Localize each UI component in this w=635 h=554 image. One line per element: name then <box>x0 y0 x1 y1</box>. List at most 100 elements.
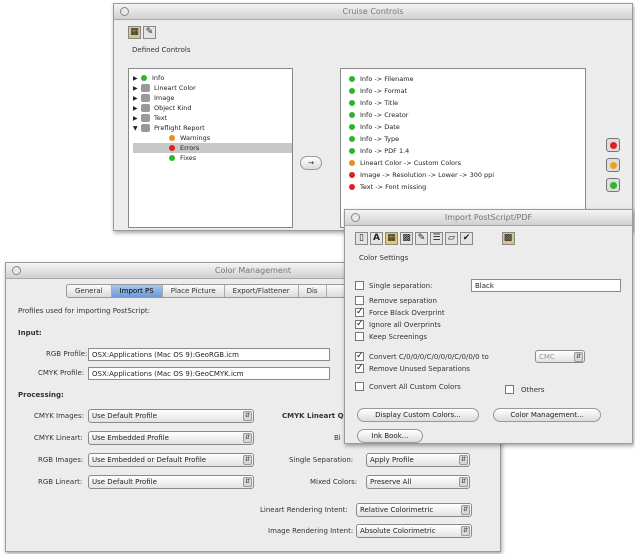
others-checkbox[interactable] <box>505 385 514 394</box>
cmyk-profile-field[interactable]: OSX:Applications (Mac OS 9):GeoCMYK.icm <box>88 367 330 380</box>
color-management-button[interactable]: Color Management... <box>493 408 601 422</box>
rgb-lineart-popup[interactable]: Use Default Profile ⇵ <box>88 475 254 489</box>
rule-item[interactable]: Info -> Format <box>349 85 585 97</box>
defined-controls-tree[interactable]: ▶ Info ▶ Lineart Color ▶ Image ▶ Object Kind ▶ Te… <box>128 68 293 228</box>
single-separation-popup[interactable]: Apply Profile ⇵ <box>366 453 470 467</box>
popup-arrow-icon: ⇵ <box>461 505 470 515</box>
rule-item[interactable]: Info -> Type <box>349 133 585 145</box>
tab-export-flattener[interactable]: Export/Flattener <box>225 285 299 297</box>
rgb-images-label: RGB Images: <box>38 456 84 464</box>
tab-import-ps[interactable]: Import PS <box>111 285 163 297</box>
option-checkbox[interactable] <box>355 332 364 341</box>
rule-item[interactable]: Info -> Filename <box>349 73 585 85</box>
tree-item[interactable]: ▶ Image <box>133 93 292 103</box>
close-button[interactable] <box>120 7 129 16</box>
rule-label: Info -> Title <box>360 99 399 107</box>
close-button[interactable] <box>351 213 360 222</box>
rules-list[interactable]: Info -> Filename Info -> Format Info -> Ti… <box>340 68 586 228</box>
ink-book-button[interactable]: Ink Book... <box>357 429 423 443</box>
option-checkbox[interactable]: ✓ <box>355 364 364 373</box>
rule-label: Info -> PDF 1.4 <box>360 147 410 155</box>
tree-item-label: Lineart Color <box>154 84 196 92</box>
option-label: Ignore all Overprints <box>369 321 441 329</box>
lock-icon[interactable]: ▦ <box>128 26 141 39</box>
single-separation-checkbox[interactable] <box>355 281 364 290</box>
tools-icon[interactable]: ✔ <box>460 232 473 245</box>
color-settings-icon[interactable]: ▩ <box>400 232 413 245</box>
text-icon <box>141 114 150 122</box>
close-button[interactable] <box>12 266 21 275</box>
object-icon <box>141 104 150 112</box>
cruise-controls-window: Cruise Controls ▦ ✎ Defined Controls ▶ Inf… <box>113 3 633 231</box>
option-label: Remove Unused Separations <box>369 365 470 373</box>
red-dot-icon <box>169 145 175 151</box>
tree-item[interactable]: ▶ Object Kind <box>133 103 292 113</box>
color-icon <box>141 84 150 92</box>
rgb-images-popup[interactable]: Use Embedded or Default Profile ⇵ <box>88 453 254 467</box>
status-dot-icon <box>349 100 355 106</box>
image-icon[interactable]: ▦ <box>385 232 398 245</box>
convert-target-popup[interactable]: CMC ⇵ <box>535 350 585 363</box>
tree-item[interactable]: ▼ Preflight Report <box>133 123 292 133</box>
popup-arrow-icon: ⇵ <box>574 352 583 362</box>
rgb-lineart-label: RGB Lineart: <box>38 478 83 486</box>
rule-item[interactable]: Text -> Font missing <box>349 181 585 193</box>
rule-item[interactable]: Info -> Title <box>349 97 585 109</box>
status-dot-icon <box>349 124 355 130</box>
single-separation-value: Apply Profile <box>370 456 414 464</box>
window-title: Import PostScript/PDF <box>444 213 533 222</box>
barcode-icon[interactable]: ☰ <box>430 232 443 245</box>
tree-item-label: Info <box>152 74 165 82</box>
tree-item[interactable]: Errors <box>133 143 292 153</box>
single-separation-field[interactable]: Black <box>471 279 621 292</box>
tab-place-picture[interactable]: Place Picture <box>163 285 225 297</box>
option-checkbox[interactable]: ✓ <box>355 308 364 317</box>
lineart-intent-popup[interactable]: Relative Colorimetric ⇵ <box>356 503 472 517</box>
image-intent-popup[interactable]: Absolute Colorimetric ⇵ <box>356 524 472 538</box>
tree-item[interactable]: Warnings <box>133 133 292 143</box>
cmyk-lineart-popup[interactable]: Use Embedded Profile ⇵ <box>88 431 254 445</box>
text-icon[interactable]: A <box>370 232 383 245</box>
option-label: Remove separation <box>369 297 437 305</box>
ok-light-dot <box>610 182 617 189</box>
error-light-icon <box>606 138 620 152</box>
rule-item[interactable]: Info -> Date <box>349 121 585 133</box>
option-checkbox[interactable] <box>355 382 364 391</box>
error-light-dot <box>610 142 617 149</box>
rule-label: Info -> Type <box>360 135 400 143</box>
tree-item[interactable]: ▶ Text <box>133 113 292 123</box>
option-checkbox[interactable] <box>355 296 364 305</box>
rgb-profile-field[interactable]: OSX:Applications (Mac OS 9):GeoRGB.icm <box>88 348 330 361</box>
cmyk-lineart-value: Use Embedded Profile <box>92 434 169 442</box>
image-intent-label: Image Rendering Intent: <box>268 527 354 535</box>
gear-icon[interactable]: ▩ <box>501 232 515 245</box>
option-checkbox[interactable]: ✓ <box>355 352 364 361</box>
tab-general[interactable]: General <box>67 285 112 297</box>
rule-item[interactable]: Info -> PDF 1.4 <box>349 145 585 157</box>
tree-item[interactable]: Fixes <box>133 153 292 163</box>
add-rule-button[interactable]: → <box>300 156 322 170</box>
brush-icon[interactable]: ✎ <box>415 232 428 245</box>
page-icon[interactable]: ▯ <box>355 232 368 245</box>
popup-arrow-icon: ⇵ <box>459 477 468 487</box>
rule-item[interactable]: Lineart Color -> Custom Colors <box>349 157 585 169</box>
tree-item[interactable]: ▶ Info <box>133 73 292 83</box>
tab-display[interactable]: Dis <box>299 285 327 297</box>
import-postscript-titlebar: Import PostScript/PDF <box>345 210 632 226</box>
tree-item-label: Preflight Report <box>154 124 205 132</box>
rule-item[interactable]: Info -> Creator <box>349 109 585 121</box>
popup-arrow-icon: ⇵ <box>243 455 252 465</box>
window-title: Cruise Controls <box>342 7 404 16</box>
edit-icon[interactable]: ✎ <box>143 26 156 39</box>
option-label: Keep Screenings <box>369 333 428 341</box>
bookmark-icon[interactable]: ▱ <box>445 232 458 245</box>
option-checkbox[interactable]: ✓ <box>355 320 364 329</box>
rule-item[interactable]: Image -> Resolution -> Lower -> 300 ppi <box>349 169 585 181</box>
tree-item[interactable]: ▶ Lineart Color <box>133 83 292 93</box>
display-custom-colors-button[interactable]: Display Custom Colors... <box>357 408 479 422</box>
cmyk-profile-label: CMYK Profile: <box>38 369 85 377</box>
mixed-colors-popup[interactable]: Preserve All ⇵ <box>366 475 470 489</box>
status-dot-icon <box>349 76 355 82</box>
cmyk-images-popup[interactable]: Use Default Profile ⇵ <box>88 409 254 423</box>
tree-item-label: Errors <box>180 144 200 152</box>
